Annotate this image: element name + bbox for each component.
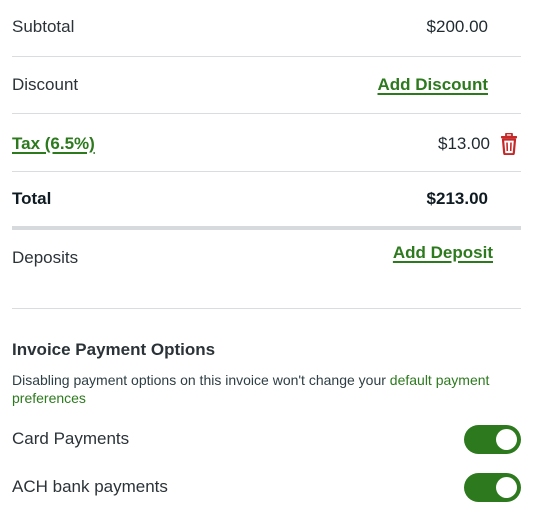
total-divider [12, 226, 521, 230]
subtotal-row: Subtotal $200.00 [12, 14, 521, 40]
divider [12, 308, 521, 309]
divider [12, 56, 521, 57]
card-payments-row: Card Payments [12, 424, 521, 454]
ach-payments-label: ACH bank payments [12, 477, 168, 496]
toggle-knob [496, 428, 517, 450]
divider [12, 113, 521, 114]
tax-value-group: $13.00 [438, 133, 521, 155]
total-row: Total $213.00 [12, 186, 521, 212]
tax-link[interactable]: Tax (6.5%) [12, 134, 95, 154]
discount-label: Discount [12, 75, 79, 94]
total-value: $213.00 [426, 189, 488, 208]
tax-value: $13.00 [438, 134, 490, 153]
add-deposit-link[interactable]: Add Deposit [393, 243, 493, 263]
deposits-row: Deposits Add Deposit [12, 240, 521, 280]
card-payments-toggle[interactable] [464, 424, 521, 454]
deposits-label: Deposits [12, 248, 79, 267]
card-payments-label: Card Payments [12, 429, 130, 448]
trash-icon[interactable] [500, 133, 518, 155]
total-label: Total [12, 189, 52, 208]
subtotal-value: $200.00 [426, 17, 488, 36]
payment-options-description: Disabling payment options on this invoic… [12, 371, 502, 407]
payment-options-title: Invoice Payment Options [12, 340, 216, 359]
add-discount-link[interactable]: Add Discount [378, 75, 489, 95]
ach-payments-toggle[interactable] [464, 472, 521, 502]
discount-row: Discount Add Discount [12, 72, 521, 98]
divider [12, 171, 521, 172]
ach-payments-row: ACH bank payments [12, 472, 521, 502]
toggle-knob [496, 476, 517, 498]
invoice-summary-panel: Subtotal $200.00 Discount Add Discount T… [0, 0, 534, 515]
tax-row: Tax (6.5%) $13.00 [12, 130, 521, 158]
subtotal-label: Subtotal [12, 17, 75, 36]
payment-options-description-text: Disabling payment options on this invoic… [12, 372, 390, 388]
